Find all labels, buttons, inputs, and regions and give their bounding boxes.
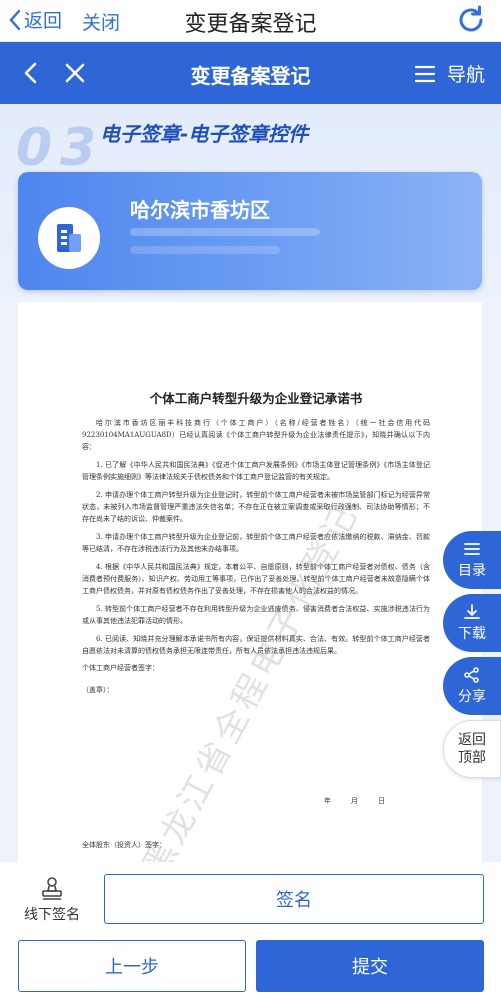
native-back-button[interactable]: 返回 (8, 6, 62, 33)
date-line: 年 月 日 (324, 797, 387, 805)
offline-sign-label: 线下签名 (24, 907, 80, 923)
download-icon (464, 603, 480, 619)
step-number: 03 (16, 118, 105, 178)
back-to-top-button[interactable]: 返回顶部 (443, 720, 501, 778)
share-label: 分享 (458, 688, 486, 705)
document-paragraph: 5. 转型前个体工商户经营者不存在利用转型升级为企业逃废债务、侵害消费者合法权益… (82, 605, 430, 625)
document-paragraph: 1. 已了解《中华人民共和国民法典》《促进个体工商户发展条例》《市场主体登记管理… (82, 461, 430, 481)
document-paragraph: 3. 申请办理个体工商户转型升级为企业登记前，转型前个体工商户经营者应依法缴纳的… (82, 533, 430, 553)
region-icon-circle (38, 207, 100, 269)
chevron-left-icon (9, 9, 21, 30)
download-button[interactable]: 下载 (443, 594, 501, 652)
signature-line: 个体工商户经营者签字： (82, 664, 159, 672)
signature-row: 线下签名 签名 (0, 862, 501, 934)
region-decor-line (130, 246, 280, 254)
document-paragraph: 4. 根据《中华人民共和国民法典》规定，本着公平、自愿原则，转型前个体工商户经营… (82, 563, 430, 595)
region-decor-line (130, 228, 320, 236)
refresh-icon[interactable] (455, 4, 487, 36)
document-paragraph: 2. 申请办理个体工商户转型升级为企业登记时，转型前个体工商户经营者未被市场监管… (82, 491, 430, 523)
document-preview[interactable]: 个体工商户转型升级为企业登记承诺书 哈尔滨市香坊区丽丰科技商行（个体工商户）（名… (18, 302, 482, 862)
action-row: 上一步 提交 (0, 934, 501, 996)
native-back-label: 返回 (24, 10, 63, 32)
app-header: 变更备案登记 导航 (0, 42, 501, 104)
native-close-button[interactable]: 关闭 (82, 8, 120, 35)
region-name: 哈尔滨市香坊区 (130, 198, 270, 222)
share-button[interactable]: 分享 (443, 657, 501, 715)
shareholder-signature-line: 全体股东（投资人）签字： (82, 841, 166, 849)
previous-step-button[interactable]: 上一步 (18, 940, 246, 992)
stamp-icon (42, 877, 62, 900)
commitment-letter: 个体工商户转型升级为企业登记承诺书 哈尔滨市香坊区丽丰科技商行（个体工商户）（名… (82, 388, 430, 849)
share-icon (464, 666, 479, 683)
native-title: 变更备案登记 (184, 12, 317, 37)
back-arrow-icon[interactable] (20, 60, 42, 86)
seal-line: （盖章）： (82, 686, 114, 694)
step-title: 电子签章-电子签章控件 (100, 122, 309, 146)
download-label: 下载 (458, 625, 486, 642)
menu-icon (414, 65, 435, 82)
native-nav-bar: 返回 关闭 变更备案登记 (0, 0, 501, 42)
nav-menu-label: 导航 (446, 64, 485, 86)
building-icon (57, 224, 81, 252)
document-title: 个体工商户转型升级为企业登记承诺书 (149, 391, 363, 406)
region-card: 哈尔滨市香坊区 (18, 172, 482, 290)
document-paragraph: 6. 已阅读、知晓并充分理解本承诺书所有内容，保证提供材料真实、合法、有效。转型… (82, 635, 430, 655)
toc-button[interactable]: 目录 (443, 531, 501, 589)
nav-menu-button[interactable]: 导航 (414, 60, 485, 87)
document-paragraph: 哈尔滨市香坊区丽丰科技商行（个体工商户）（名称/经营者姓名）（统一社会信用代码 … (82, 419, 430, 451)
back-to-top-label: 返回顶部 (458, 732, 486, 766)
submit-button[interactable]: 提交 (256, 940, 484, 992)
sign-button[interactable]: 签名 (104, 874, 484, 924)
offline-sign-button[interactable]: 线下签名 (10, 876, 94, 924)
close-icon[interactable] (64, 62, 86, 84)
toc-label: 目录 (458, 562, 486, 579)
list-icon (464, 542, 480, 555)
